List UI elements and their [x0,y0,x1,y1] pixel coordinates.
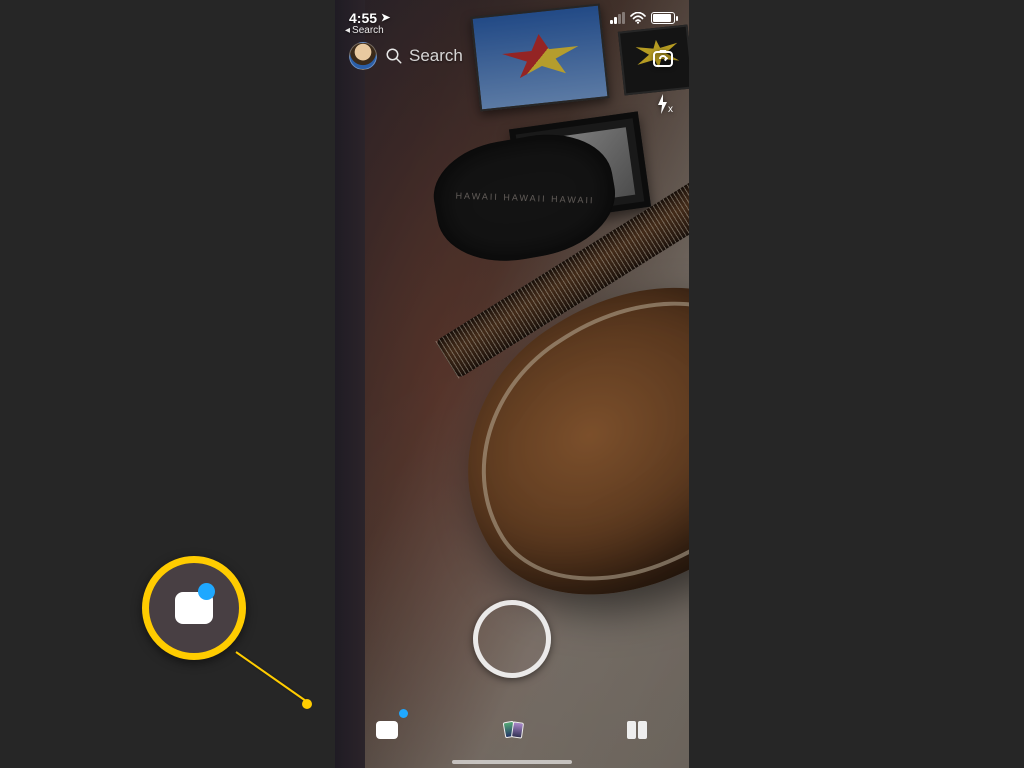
flash-toggle-button[interactable]: x [649,90,677,118]
chat-icon [376,721,398,739]
search-icon [385,47,403,65]
svg-text:x: x [668,104,673,115]
status-bar: 4:55 ➤ [335,0,689,32]
profile-avatar[interactable] [349,42,377,70]
battery-icon [651,12,675,24]
breadcrumb-label: Search [352,25,384,36]
notification-dot-icon [198,583,215,600]
annotation-leader-line [235,651,310,704]
status-time: 4:55 [349,10,377,26]
annotation-leader-end [302,699,312,709]
bottom-nav [335,710,689,750]
camera-top-bar: Search [335,38,689,74]
discover-icon [627,721,647,739]
flip-camera-button[interactable] [649,44,677,72]
home-indicator[interactable] [452,760,572,764]
flip-camera-icon [651,46,675,70]
flash-off-icon: x [651,92,675,116]
memories-icon [501,722,523,738]
notification-dot-icon [399,709,408,718]
discover-tab[interactable] [619,712,655,748]
wifi-icon [630,12,646,24]
chat-tab[interactable] [369,712,405,748]
cell-signal-icon [610,13,625,24]
location-services-icon: ➤ [381,11,390,24]
search-button[interactable]: Search [385,46,675,66]
capture-button[interactable] [473,600,551,678]
memories-tab[interactable] [494,712,530,748]
breadcrumb-back[interactable]: ◂ Search [345,25,384,36]
annotation-callout [142,556,246,660]
search-placeholder: Search [409,46,463,66]
chevron-left-icon: ◂ [345,25,350,36]
phone-screen: 4:55 ➤ ◂ Search Search x [335,0,689,768]
